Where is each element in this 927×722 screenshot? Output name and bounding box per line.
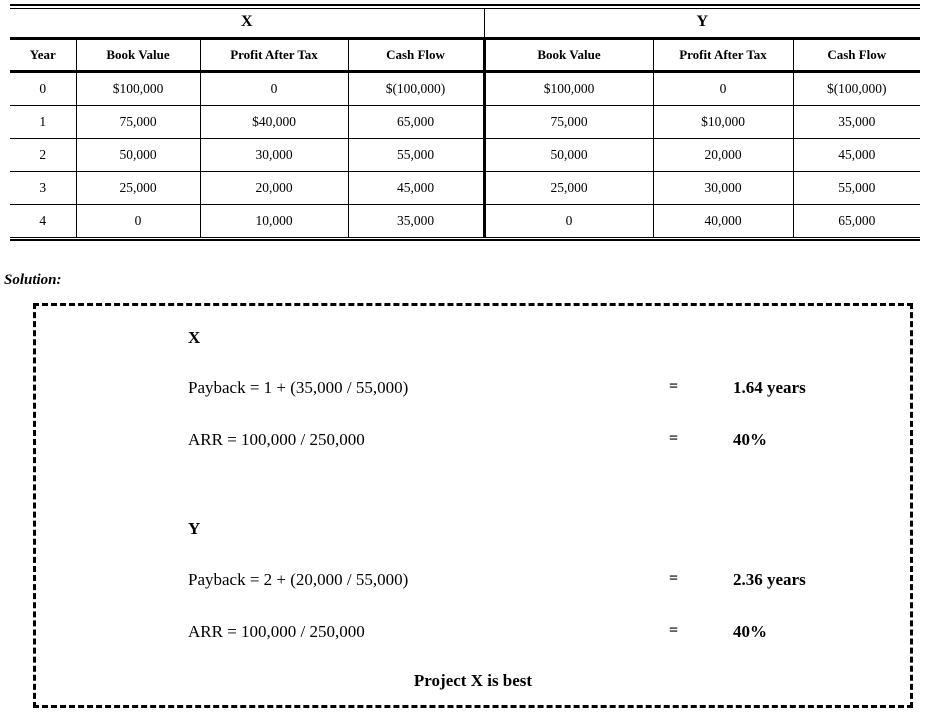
column-header-row: Year Book Value Profit After Tax Cash Fl… <box>10 37 921 73</box>
cell-book-value-x: 50,000 <box>75 138 200 172</box>
cell-profit-after-tax-y: $10,000 <box>652 105 793 139</box>
solution-box: X Payback = 1 + (35,000 / 55,000) = 1.64… <box>33 303 913 708</box>
cell-book-value-x: 0 <box>75 204 200 237</box>
table-row: 3 25,000 20,000 45,000 25,000 30,000 55,… <box>10 171 921 205</box>
solution-label: Solution: <box>4 272 62 288</box>
column-header-profit-after-tax-x: Profit After Tax <box>199 37 348 73</box>
financial-table: X Y Year Book Value Profit After Tax Cas… <box>10 9 921 237</box>
cell-profit-after-tax-x: 0 <box>199 71 348 106</box>
cell-cash-flow-x: 45,000 <box>347 171 484 205</box>
cell-year: 2 <box>10 138 76 172</box>
cell-profit-after-tax-x: 10,000 <box>199 204 348 237</box>
cell-year: 1 <box>10 105 76 139</box>
cell-book-value-x: $100,000 <box>75 71 200 106</box>
cell-cash-flow-y: 45,000 <box>792 138 921 172</box>
cell-profit-after-tax-x: 20,000 <box>199 171 348 205</box>
cell-cash-flow-y: 65,000 <box>792 204 921 237</box>
cell-cash-flow-x: 35,000 <box>347 204 484 237</box>
table-row: 2 50,000 30,000 55,000 50,000 20,000 45,… <box>10 138 921 172</box>
project-y-arr-formula: ARR = 100,000 / 250,000 <box>188 622 365 641</box>
cell-profit-after-tax-y: 20,000 <box>652 138 793 172</box>
column-header-cash-flow-x: Cash Flow <box>347 37 484 73</box>
cell-book-value-y: 0 <box>482 204 653 237</box>
column-header-book-value-y: Book Value <box>482 37 653 73</box>
group-header-x: X <box>10 9 485 39</box>
project-y-payback-formula: Payback = 2 + (20,000 / 55,000) <box>188 570 409 589</box>
project-y-title: Y <box>188 519 201 538</box>
financial-table-container: X Y Year Book Value Profit After Tax Cas… <box>10 4 921 241</box>
project-x-arr-equals: = <box>669 430 679 447</box>
cell-cash-flow-y: $(100,000) <box>792 71 921 106</box>
cell-profit-after-tax-y: 0 <box>652 71 793 106</box>
cell-cash-flow-x: $(100,000) <box>347 71 484 106</box>
cell-cash-flow-x: 65,000 <box>347 105 484 139</box>
cell-book-value-y: 50,000 <box>482 138 653 172</box>
project-y-payback-equals: = <box>669 570 679 587</box>
project-y-arr-equals: = <box>669 622 679 639</box>
cell-cash-flow-x: 55,000 <box>347 138 484 172</box>
column-header-year: Year <box>10 37 76 73</box>
group-header-y: Y <box>696 13 709 30</box>
cell-year: 3 <box>10 171 76 205</box>
cell-cash-flow-y: 35,000 <box>792 105 921 139</box>
cell-profit-after-tax-y: 30,000 <box>652 171 793 205</box>
cell-book-value-x: 25,000 <box>75 171 200 205</box>
project-x-title: X <box>188 328 201 347</box>
project-x-arr-result: 40% <box>733 430 767 449</box>
solution-verdict: Project X is best <box>413 671 533 690</box>
cell-book-value-y: 75,000 <box>482 105 653 139</box>
financial-table-body: 0 $100,000 0 $(100,000) $100,000 0 $(100… <box>10 71 921 237</box>
cell-year: 0 <box>10 71 76 106</box>
cell-cash-flow-y: 55,000 <box>792 171 921 205</box>
column-header-profit-after-tax-y: Profit After Tax <box>652 37 793 73</box>
column-header-cash-flow-y: Cash Flow <box>792 37 921 73</box>
cell-profit-after-tax-x: $40,000 <box>199 105 348 139</box>
table-bottom-double-rule <box>10 237 920 241</box>
cell-year: 4 <box>39 213 47 228</box>
table-row: 1 75,000 $40,000 65,000 75,000 $10,000 3… <box>10 105 921 139</box>
project-y-arr-result: 40% <box>733 622 767 641</box>
project-y-payback-result: 2.36 years <box>733 570 806 589</box>
project-x-arr-formula: ARR = 100,000 / 250,000 <box>188 430 365 449</box>
cell-book-value-y: 25,000 <box>482 171 653 205</box>
project-x-payback-formula: Payback = 1 + (35,000 / 55,000) <box>188 378 409 397</box>
cell-book-value-x: 75,000 <box>75 105 200 139</box>
cell-book-value-y: $100,000 <box>482 71 653 106</box>
cell-profit-after-tax-y: 40,000 <box>652 204 793 237</box>
table-row: 4 0 10,000 35,000 0 40,000 65,000 <box>10 204 921 237</box>
group-header-row: X Y <box>10 9 920 39</box>
project-x-payback-result: 1.64 years <box>733 378 806 397</box>
table-row: 0 $100,000 0 $(100,000) $100,000 0 $(100… <box>10 71 921 106</box>
cell-profit-after-tax-x: 30,000 <box>199 138 348 172</box>
column-header-book-value-x: Book Value <box>75 37 200 73</box>
project-x-payback-equals: = <box>669 378 679 395</box>
